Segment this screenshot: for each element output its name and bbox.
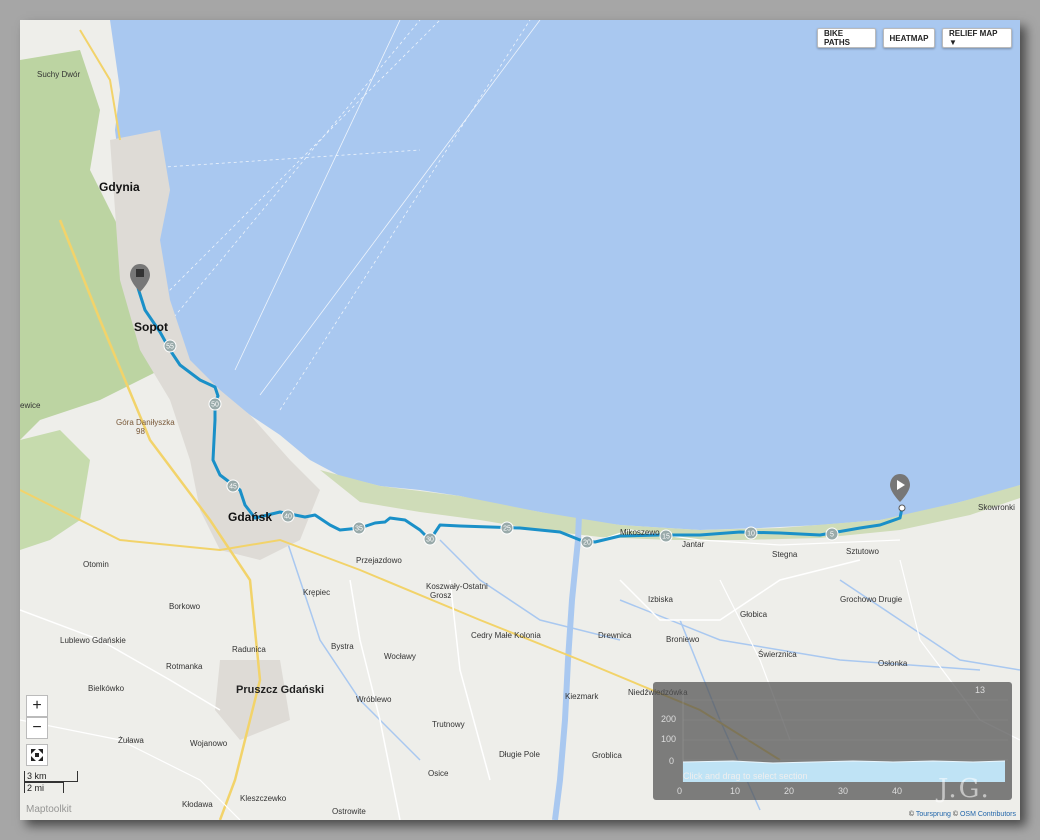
- place-label: Wróblewo: [356, 695, 392, 704]
- city-label: Sopot: [134, 320, 168, 334]
- place-label: Groblica: [592, 751, 622, 760]
- peak-label: Góra Daniłyszka: [116, 418, 175, 427]
- city-label: Gdynia: [99, 180, 140, 194]
- relief-map-dropdown[interactable]: RELIEF MAP ▼: [942, 28, 1012, 48]
- scale-km: 3 km: [24, 771, 78, 782]
- place-label: Drewnica: [598, 631, 632, 640]
- place-label: Wojanowo: [190, 739, 228, 748]
- place-label: Trutnowy: [432, 720, 465, 729]
- km-marker-label: 30: [426, 537, 434, 544]
- elev-x-tick: 40: [892, 786, 903, 796]
- place-label: Radunica: [232, 645, 266, 654]
- scale-mi: 2 mi: [24, 782, 64, 793]
- elev-x-tick: 30: [838, 786, 849, 796]
- km-marker-label: 15: [662, 534, 670, 541]
- place-label: Grosz: [430, 591, 452, 600]
- place-label: Skowronki: [978, 503, 1015, 512]
- elev-x-tick: 10: [730, 786, 741, 796]
- km-marker-label: 20: [583, 540, 591, 547]
- place-label: Otomin: [83, 560, 109, 569]
- place-label: Wocławy: [384, 652, 416, 661]
- heatmap-button[interactable]: HEATMAP: [883, 28, 935, 48]
- place-label: Kleszczewko: [240, 794, 287, 803]
- place-label: Rotmanka: [166, 662, 203, 671]
- elev-y-tick: 200: [661, 714, 677, 724]
- zoom-in-button[interactable]: +: [26, 695, 48, 717]
- fullscreen-button[interactable]: [26, 744, 48, 766]
- km-marker-label: 50: [211, 402, 219, 409]
- map-frame[interactable]: 5 10 15 20 25 30 35 40 45 50 55 Suchy Dwór Gdynia …: [20, 20, 1020, 820]
- elev-hint: Click and drag to select section: [683, 771, 808, 781]
- watermark: J.G.: [938, 774, 991, 804]
- town-label: Pruszcz Gdański: [236, 684, 325, 696]
- place-label: Długie Pole: [499, 750, 540, 759]
- elev-y-tick: 100: [661, 734, 677, 744]
- place-label: Bystra: [331, 642, 354, 651]
- maptoolkit-logo: Maptoolkit: [26, 804, 72, 815]
- place-label: Izbiska: [648, 595, 673, 604]
- place-label: Mikoszewo: [620, 528, 660, 537]
- place-label: Głobica: [740, 610, 768, 619]
- elev-y-tick: 0: [669, 756, 675, 766]
- place-label: Kłodawa: [182, 800, 213, 809]
- place-label: Lublewo Gdańskie: [60, 636, 126, 645]
- elev-x-tick: 20: [784, 786, 795, 796]
- attr-prefix: ©: [908, 811, 915, 818]
- place-label: Suchy Dwór: [37, 70, 81, 79]
- km-marker-label: 55: [166, 344, 174, 351]
- km-marker-label: 40: [284, 514, 292, 521]
- place-label: Żuława: [118, 736, 144, 745]
- peak-elevation: 98: [136, 427, 145, 436]
- osm-link[interactable]: OSM Contributors: [960, 811, 1016, 818]
- toursprung-link[interactable]: Toursprung: [916, 811, 951, 818]
- elev-top-value: 13: [975, 685, 986, 695]
- scale-bar: 3 km 2 mi: [24, 771, 78, 793]
- km-marker-label: 35: [355, 526, 363, 533]
- km-marker-label: 45: [229, 484, 237, 491]
- place-label: Grochowo Drugie: [840, 595, 903, 604]
- place-label: Osice: [428, 769, 449, 778]
- place-label: Stegna: [772, 550, 798, 559]
- elev-x-tick: 0: [677, 786, 683, 796]
- attribution: © Toursprung © OSM Contributors: [909, 811, 1016, 818]
- km-marker-label: 5: [830, 532, 834, 539]
- attr-mid: ©: [952, 811, 959, 818]
- place-label: Bielkówko: [88, 684, 125, 693]
- km-marker-label: 25: [503, 526, 511, 533]
- bike-paths-button[interactable]: BIKE PATHS: [817, 28, 876, 48]
- place-label: Cedry Małe Kolonia: [471, 631, 541, 640]
- place-label: Ostrowite: [332, 807, 366, 816]
- km-marker-label: 10: [747, 531, 755, 538]
- city-label: Gdańsk: [228, 510, 273, 524]
- place-label: Koszwały-Ostatni: [426, 582, 488, 591]
- place-label: Przejazdowo: [356, 556, 402, 565]
- place-label: ewice: [20, 401, 41, 410]
- place-label: Broniewo: [666, 635, 700, 644]
- place-label: Osłonka: [878, 659, 908, 668]
- place-label: Sztutowo: [846, 547, 879, 556]
- place-label: Jantar: [682, 540, 705, 549]
- place-label: Borkowo: [169, 602, 201, 611]
- fullscreen-icon: [31, 749, 43, 761]
- place-label: Świerznica: [758, 650, 797, 659]
- place-label: Kiezmark: [565, 692, 599, 701]
- place-label: Krępiec: [303, 588, 331, 597]
- zoom-out-button[interactable]: −: [26, 717, 48, 739]
